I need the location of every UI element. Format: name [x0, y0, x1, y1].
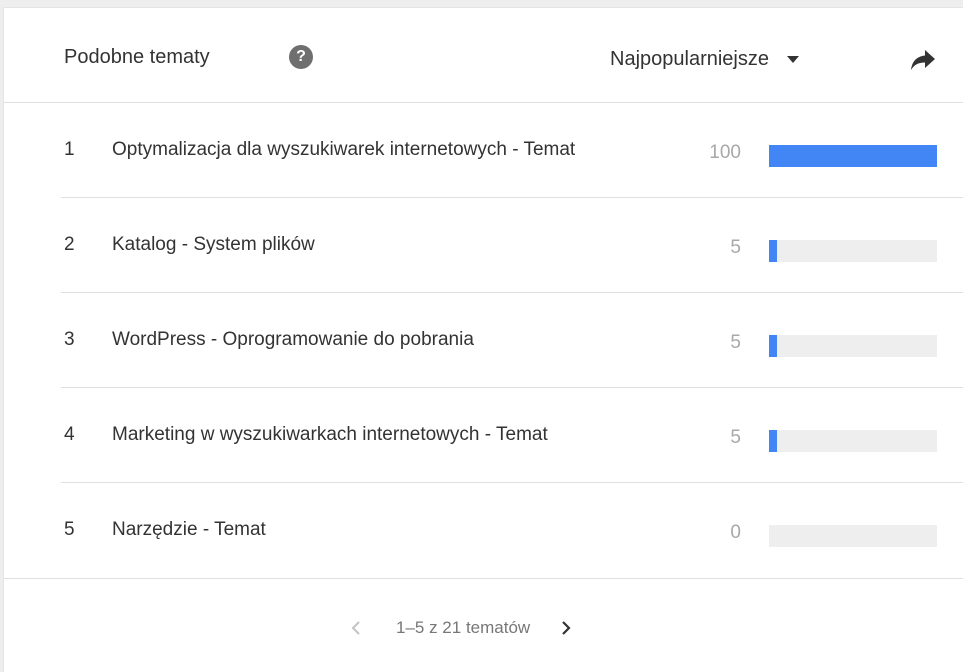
- item-rank: 5: [64, 519, 75, 540]
- item-value: 0: [730, 522, 741, 543]
- interest-bar: [769, 335, 777, 357]
- list-item[interactable]: 4 Marketing w wyszukiwarkach internetowyc…: [4, 388, 963, 483]
- item-rank: 1: [64, 139, 75, 160]
- interest-bar-track: [769, 335, 937, 357]
- card-title: Podobne tematy: [64, 46, 210, 68]
- list-item[interactable]: 3 WordPress - Oprogramowanie do pobrania 5: [4, 293, 963, 388]
- interest-bar: [769, 240, 777, 262]
- share-icon[interactable]: [910, 49, 936, 71]
- interest-bar-track: [769, 430, 937, 452]
- dropdown-icon: [786, 55, 799, 63]
- item-value: 100: [709, 142, 741, 163]
- pagination: 1–5 z 21 tematów: [344, 614, 578, 642]
- interest-bar-track: [769, 525, 937, 547]
- interest-bar-track: [769, 145, 937, 167]
- sort-dropdown[interactable]: Najpopularniejsze: [610, 44, 799, 74]
- item-name[interactable]: Marketing w wyszukiwarkach internetowych…: [112, 424, 686, 446]
- item-name[interactable]: WordPress - Oprogramowanie do pobrania: [112, 329, 686, 351]
- item-name[interactable]: Katalog - System plików: [112, 234, 686, 256]
- footer-divider: [4, 578, 963, 579]
- help-icon[interactable]: ?: [289, 45, 313, 69]
- list-item[interactable]: 1 Optymalizacja dla wyszukiwarek internet…: [4, 103, 963, 198]
- interest-bar-track: [769, 240, 937, 262]
- item-value: 5: [730, 237, 741, 258]
- card-header: Podobne tematy ? Najpopularniejsze: [4, 8, 963, 103]
- list-item[interactable]: 5 Narzędzie - Temat 0: [4, 483, 963, 578]
- prev-icon[interactable]: [344, 616, 368, 640]
- pagination-label: 1–5 z 21 tematów: [396, 618, 531, 637]
- item-rank: 3: [64, 329, 75, 350]
- item-value: 5: [730, 332, 741, 353]
- item-rank: 2: [64, 234, 75, 255]
- item-name[interactable]: Narzędzie - Temat: [112, 519, 686, 541]
- related-topics-card: Podobne tematy ? Najpopularniejsze 1 Opty…: [3, 7, 963, 672]
- item-name[interactable]: Optymalizacja dla wyszukiwarek interneto…: [112, 139, 686, 161]
- next-icon[interactable]: [554, 616, 578, 640]
- item-value: 5: [730, 427, 741, 448]
- interest-bar: [769, 145, 937, 167]
- sort-label: Najpopularniejsze: [610, 47, 769, 70]
- item-rank: 4: [64, 424, 75, 445]
- list-item[interactable]: 2 Katalog - System plików 5: [4, 198, 963, 293]
- interest-bar: [769, 430, 777, 452]
